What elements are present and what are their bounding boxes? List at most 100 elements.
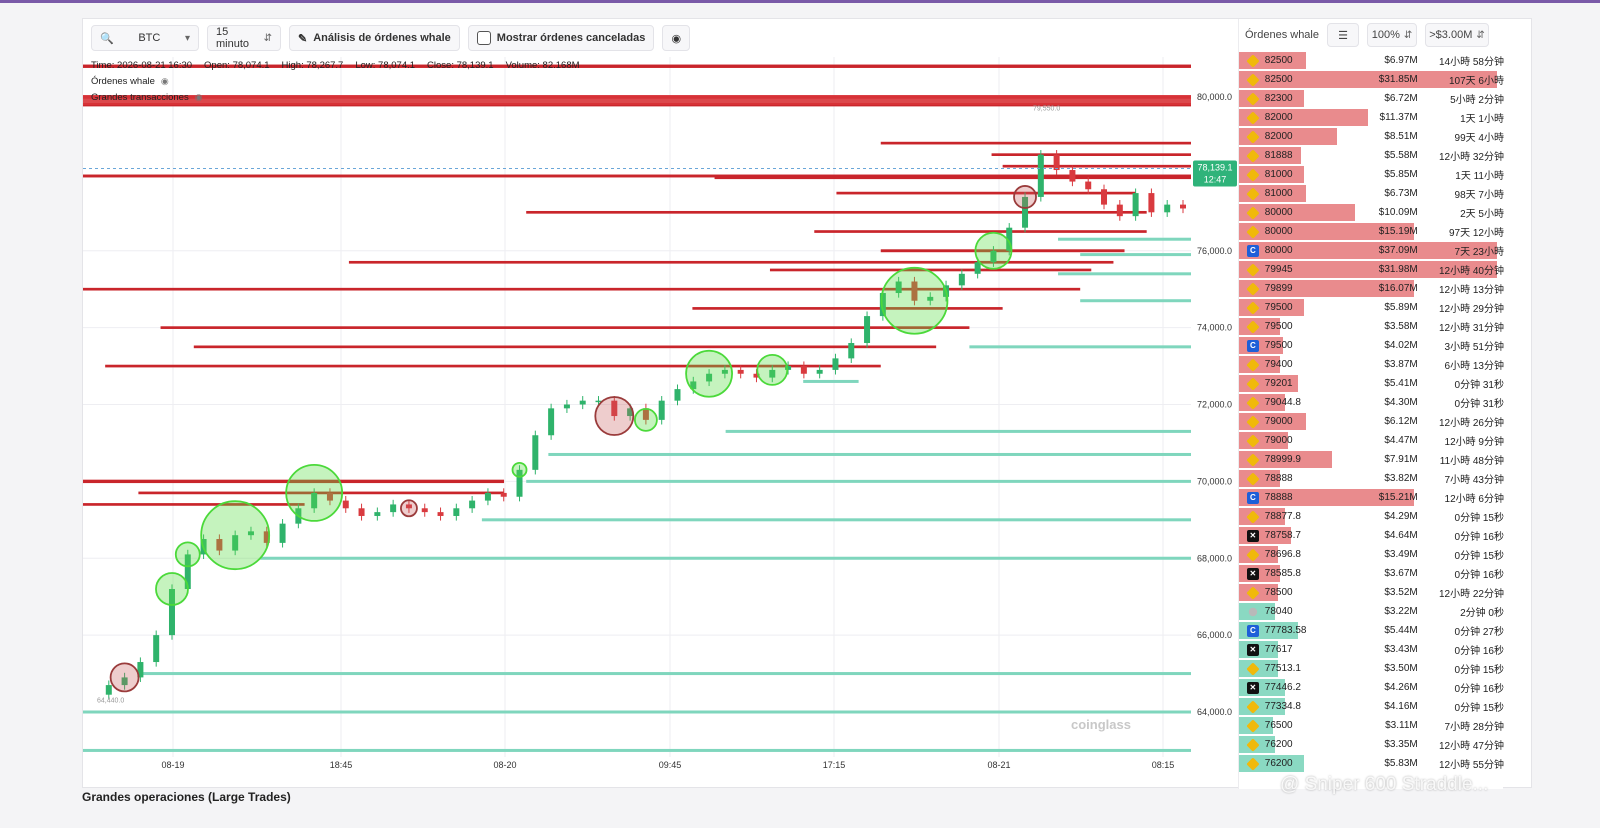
order-price: 79500 xyxy=(1264,340,1293,351)
exchange-icon: ✕ xyxy=(1247,681,1259,694)
symbol-value: BTC xyxy=(138,32,161,44)
whale-order-row[interactable]: 79899 $16.07M 12小時 13分钟 xyxy=(1239,279,1504,298)
buy-trade-bubble xyxy=(200,500,271,571)
whale-order-row[interactable]: 82500 $31.85M 107天 6小時 xyxy=(1239,70,1504,89)
candle-body xyxy=(563,404,570,409)
whale-order-row[interactable]: 81888 $5.58M 12小時 32分钟 xyxy=(1239,146,1504,165)
legend-whale[interactable]: Órdenes whale ◉ xyxy=(91,76,169,87)
whale-order-row[interactable]: 82300 $6.72M 5小時 2分钟 xyxy=(1239,89,1504,108)
interval-select[interactable]: 15 minuto ⇵ xyxy=(207,25,281,51)
order-dur: 12小時 22分钟 xyxy=(1438,589,1504,600)
whale-order-row[interactable]: 77513.1 $3.50M 0分钟 15秒 xyxy=(1239,659,1504,678)
x-tick-label: 18:45 xyxy=(330,760,353,770)
buy-trade-bubble xyxy=(633,407,658,432)
whale-order-row[interactable]: ✕ 78585.8 $3.67M 0分钟 16秒 xyxy=(1239,564,1504,583)
whale-order-row[interactable]: 79201 $5.41M 0分钟 31秒 xyxy=(1239,374,1504,393)
order-price: 77334.8 xyxy=(1264,701,1301,712)
whale-order-row[interactable]: 82500 $6.97M 14小時 58分钟 xyxy=(1239,51,1504,70)
order-dur: 14小時 58分钟 xyxy=(1438,57,1504,68)
bid-wall xyxy=(83,748,1191,752)
ask-wall xyxy=(692,307,1003,310)
order-amt: $11.37M xyxy=(1379,112,1418,123)
whale-order-row[interactable]: 76200 $3.35M 12小時 47分钟 xyxy=(1239,735,1504,754)
whale-order-row[interactable]: ✕ 77617 $3.43M 0分钟 16秒 xyxy=(1239,640,1504,659)
pencil-icon: ✎ xyxy=(298,32,308,45)
whale-order-row[interactable]: 79400 $3.87M 6小時 13分钟 xyxy=(1239,355,1504,374)
y-tick-label: 76,000.0 xyxy=(1197,246,1232,256)
ask-wall xyxy=(769,268,1092,272)
show-cancelled-toggle[interactable]: Mostrar órdenes canceladas xyxy=(467,25,655,51)
bid-wall xyxy=(1080,253,1191,257)
order-amt: $3.82M xyxy=(1384,473,1418,484)
whale-order-row[interactable]: 79000 $6.12M 12小時 26分钟 xyxy=(1239,412,1504,431)
order-price: 76200 xyxy=(1264,758,1293,769)
whale-order-row[interactable]: 78500 $3.52M 12小時 22分钟 xyxy=(1239,583,1504,602)
order-dur: 12小時 40分钟 xyxy=(1438,266,1504,277)
symbol-search[interactable]: 🔍 BTC ▾ xyxy=(91,25,199,51)
order-dur: 12小時 26分钟 xyxy=(1438,418,1504,429)
whale-order-row[interactable]: 81000 $5.85M 1天 11小時 xyxy=(1239,165,1504,184)
order-amt: $5.83M xyxy=(1384,758,1418,769)
whale-order-row[interactable]: 82000 $8.51M 99天 4小時 xyxy=(1239,127,1504,146)
whale-order-row[interactable]: C 78888 $15.21M 12小時 6分钟 xyxy=(1239,488,1504,507)
candle-body xyxy=(469,500,476,509)
settings-button[interactable]: ◉ xyxy=(662,25,691,51)
candle-body xyxy=(737,369,744,374)
whale-order-row[interactable]: 78888 $3.82M 7小時 43分钟 xyxy=(1239,469,1504,488)
cancelled-checkbox[interactable] xyxy=(476,31,491,45)
whale-order-row[interactable]: 82000 $11.37M 1天 1小時 xyxy=(1239,108,1504,127)
candle-body xyxy=(1069,170,1076,182)
whale-order-row[interactable]: C 77783.58 $5.44M 0分钟 27秒 xyxy=(1239,621,1504,640)
order-amt: $6.97M xyxy=(1384,55,1418,66)
price-chart[interactable]: 80,000.0 76,000.0 74,000.0 72,000.0 70,000.0… xyxy=(83,57,1273,789)
order-dur: 0分钟 27秒 xyxy=(1454,627,1504,638)
whale-order-row[interactable]: 80000 $15.19M 97天 12小時 xyxy=(1239,222,1504,241)
eye-icon[interactable]: ◉ xyxy=(161,76,169,87)
whale-order-row[interactable]: ✕ 78758.7 $4.64M 0分钟 16秒 xyxy=(1239,526,1504,545)
legend-large-trades[interactable]: Grandes transacciones ◉ xyxy=(91,92,203,103)
interval-value: 15 minuto xyxy=(216,26,250,50)
whale-order-row[interactable]: 78999.9 $7.91M 11小時 48分钟 xyxy=(1239,450,1504,469)
x-tick-label: 08:15 xyxy=(1152,760,1175,770)
whale-order-row[interactable]: 79945 $31.98M 12小時 40分钟 xyxy=(1239,260,1504,279)
whale-analysis-button[interactable]: ✎ Análisis de órdenes whale xyxy=(289,25,460,51)
whale-order-row[interactable]: 78877.8 $4.29M 0分钟 15秒 xyxy=(1239,507,1504,526)
whale-order-row[interactable]: 76500 $3.11M 7小時 28分钟 xyxy=(1239,716,1504,735)
order-amt: $4.02M xyxy=(1384,340,1418,351)
ask-wall-band xyxy=(83,95,1191,106)
buy-trade-bubble xyxy=(974,231,1013,270)
filter-settings-button[interactable]: ☰ xyxy=(1327,23,1359,47)
order-dur: 0分钟 31秒 xyxy=(1454,380,1504,391)
whale-order-row[interactable]: 78040 $3.22M 2分钟 0秒 xyxy=(1239,602,1504,621)
zoom-value: 100% xyxy=(1371,29,1400,41)
eye-icon[interactable]: ◉ xyxy=(195,92,203,103)
whale-order-row[interactable]: 77334.8 $4.16M 0分钟 15秒 xyxy=(1239,697,1504,716)
order-amt: $3.67M xyxy=(1384,568,1418,579)
whale-order-row[interactable]: ✕ 77446.2 $4.26M 0分钟 16秒 xyxy=(1239,678,1504,697)
candle-body xyxy=(421,508,428,513)
order-price: 77513.1 xyxy=(1264,663,1301,674)
order-dur: 12小時 13分钟 xyxy=(1438,285,1504,296)
whale-order-row[interactable]: 76200 $5.83M 12小時 55分钟 xyxy=(1239,754,1504,773)
order-amt: $4.47M xyxy=(1384,435,1418,446)
large-trades-title: Grandes operaciones (Large Trades) xyxy=(82,790,291,804)
whale-order-row[interactable]: 79500 $3.58M 12小時 31分钟 xyxy=(1239,317,1504,336)
candle-body xyxy=(484,492,491,501)
whale-order-row[interactable]: 78696.8 $3.49M 0分钟 15秒 xyxy=(1239,545,1504,564)
zoom-select[interactable]: 100% ⇵ xyxy=(1367,23,1417,47)
whale-order-row[interactable]: 79500 $5.89M 12小時 29分钟 xyxy=(1239,298,1504,317)
whale-order-row[interactable]: C 80000 $37.09M 7天 23小時 xyxy=(1239,241,1504,260)
whale-order-row[interactable]: 79044.8 $4.30M 0分钟 31秒 xyxy=(1239,393,1504,412)
chart-area[interactable]: 80,000.0 76,000.0 74,000.0 72,000.0 70,000.0… xyxy=(83,57,1273,789)
whale-order-row[interactable]: C 79500 $4.02M 3小時 51分钟 xyxy=(1239,336,1504,355)
search-icon: 🔍 xyxy=(100,32,114,45)
chart-panel: 🔍 BTC ▾ 15 minuto ⇵ ✎ Análisis de órdene… xyxy=(82,18,1532,789)
whale-order-row[interactable]: 80000 $10.09M 2天 5小時 xyxy=(1239,203,1504,222)
whale-order-row[interactable]: 81000 $6.73M 98天 7小時 xyxy=(1239,184,1504,203)
whale-order-row[interactable]: 79000 $4.47M 12小時 9分钟 xyxy=(1239,431,1504,450)
order-dur: 12小時 32分钟 xyxy=(1438,152,1504,163)
min-size-select[interactable]: >$3.00M ⇵ xyxy=(1425,23,1489,47)
order-amt: $31.98M xyxy=(1378,264,1418,275)
order-price: 82000 xyxy=(1264,112,1293,123)
order-dur: 3小時 51分钟 xyxy=(1444,342,1504,353)
